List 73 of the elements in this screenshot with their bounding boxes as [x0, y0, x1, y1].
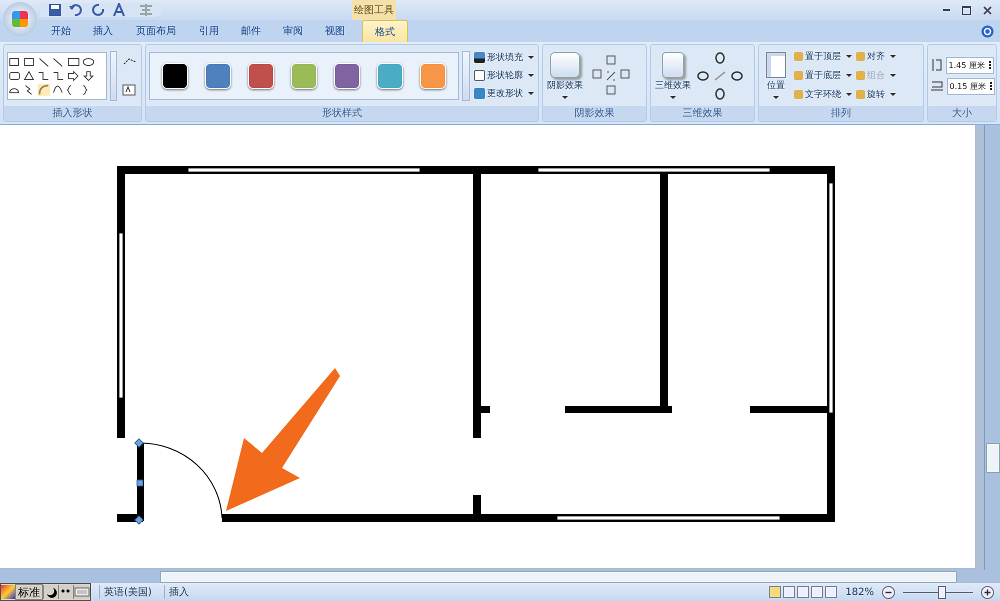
caret-icon	[890, 74, 896, 77]
group-label: 插入形状	[4, 106, 141, 121]
caret-icon	[528, 56, 534, 59]
position-button[interactable]: 位置	[762, 51, 790, 100]
horizontal-scrollbar[interactable]	[0, 570, 1000, 583]
office-button[interactable]	[3, 2, 37, 36]
shapes-gallery-drawing[interactable]	[7, 52, 107, 100]
shadow-effects-button[interactable]: 阴影效果	[546, 51, 584, 100]
ribbon-tab[interactable]: 引用	[188, 20, 230, 42]
style-swatch[interactable]	[291, 62, 317, 88]
caret-icon	[846, 93, 852, 96]
insert-mode-status[interactable]: 插入	[164, 585, 193, 599]
ime-mode-button[interactable]: 标准	[15, 584, 43, 600]
caret-icon	[670, 96, 676, 99]
vertical-scrollbar[interactable]	[984, 125, 1000, 570]
restore-icon[interactable]	[962, 6, 971, 14]
zoom-out-icon[interactable]	[882, 586, 895, 598]
caret-icon	[773, 96, 779, 99]
ribbon-tab[interactable]: 插入	[82, 20, 124, 42]
caret-icon	[528, 92, 534, 95]
style-swatch[interactable]	[205, 62, 231, 88]
caret-icon	[846, 55, 852, 58]
ribbon-tab[interactable]: 邮件	[230, 20, 272, 42]
3d-effects-button[interactable]: 三维效果	[654, 51, 692, 100]
caret-icon	[562, 96, 568, 99]
moon-icon[interactable]	[43, 585, 58, 599]
style-swatch[interactable]	[162, 62, 188, 88]
ribbon-tab[interactable]: 开始	[40, 20, 82, 42]
language-status[interactable]: 英语(美国)	[99, 585, 156, 599]
close-icon[interactable]	[983, 6, 992, 14]
arrange-command[interactable]: 文字环绕	[793, 87, 853, 102]
width-field[interactable]: 0.15 厘米	[946, 78, 994, 94]
group-label: 大小	[928, 106, 996, 121]
style-swatch[interactable]	[248, 62, 274, 88]
caret-icon	[528, 74, 534, 77]
arrange-command[interactable]: 对齐	[855, 49, 897, 64]
ribbon-command[interactable]: 更改形状	[473, 86, 535, 101]
spin-arrows-icon[interactable]	[988, 61, 990, 69]
height-icon	[930, 58, 942, 72]
group-label: 形状样式	[146, 106, 538, 121]
caret-icon	[890, 93, 896, 96]
height-field[interactable]: 1.45 厘米	[946, 56, 994, 74]
style-swatch[interactable]	[334, 62, 360, 88]
ribbon-command[interactable]: 形状轮廓	[473, 68, 535, 83]
tilt-controls-icon[interactable]	[695, 50, 745, 102]
width-icon	[930, 80, 944, 92]
contextual-tab-title: 绘图工具	[352, 0, 396, 20]
save-icon[interactable]	[48, 3, 62, 17]
keyboard-icon[interactable]	[73, 585, 90, 599]
text-box-icon[interactable]	[122, 84, 136, 96]
ribbon-command[interactable]: 形状填充	[473, 50, 535, 65]
style-swatch[interactable]	[377, 62, 403, 88]
group-label: 三维效果	[651, 106, 754, 121]
ribbon-tab[interactable]: 审阅	[272, 20, 314, 42]
caret-icon	[846, 74, 852, 77]
zoom-in-icon[interactable]	[981, 586, 994, 598]
zoom-slider-thumb[interactable]	[938, 586, 946, 598]
caret-icon	[890, 55, 896, 58]
ribbon-tab[interactable]: 格式	[362, 20, 408, 42]
zoom-level[interactable]: 182%	[845, 586, 874, 598]
ribbon-tab[interactable]: 视图	[314, 20, 356, 42]
arrange-command[interactable]: 旋转	[855, 87, 897, 102]
arrange-command[interactable]: 置于底层	[793, 68, 853, 83]
help-icon[interactable]	[981, 25, 994, 38]
group-label: 排列	[759, 106, 923, 121]
ribbon-tab[interactable]: 页面布局	[124, 20, 188, 42]
style-swatch[interactable]	[420, 62, 446, 88]
redo-icon[interactable]	[92, 3, 106, 17]
group-label: 阴影效果	[543, 106, 646, 121]
spin-arrows-icon[interactable]	[990, 82, 992, 90]
ime-logo-icon[interactable]	[1, 585, 15, 599]
arrange-command[interactable]: 置于顶层	[793, 49, 853, 64]
view-buttons-icon[interactable]	[769, 586, 838, 598]
